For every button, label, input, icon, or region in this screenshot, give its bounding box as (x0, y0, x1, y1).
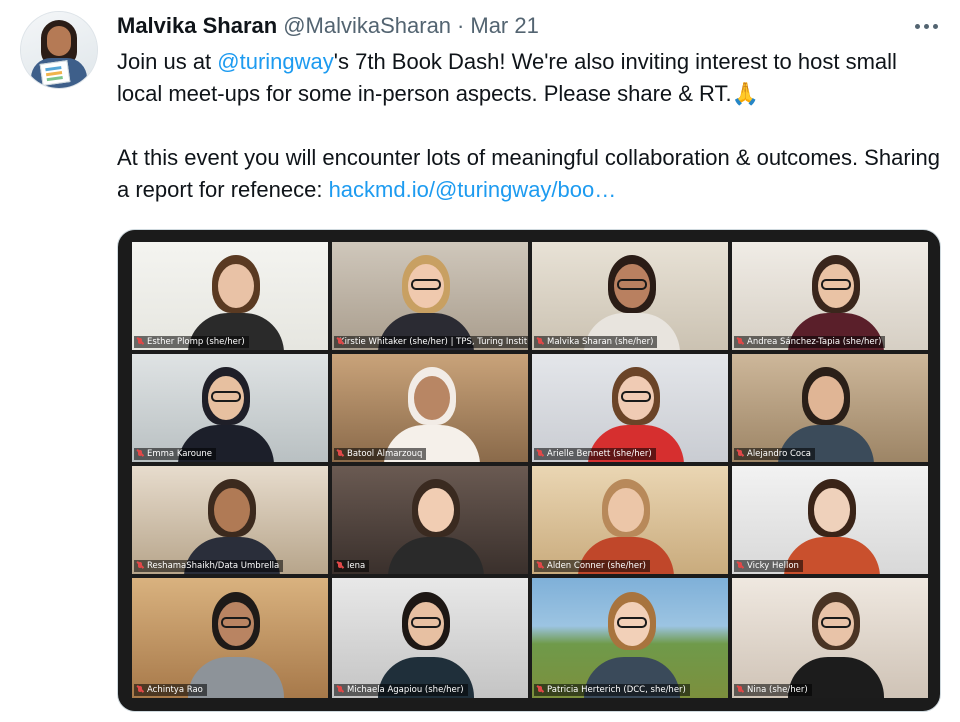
author-name[interactable]: Malvika Sharan (117, 13, 277, 39)
participant-name: lena (347, 561, 366, 571)
participant-name: Michaela Agapiou (she/her) (347, 685, 464, 695)
video-tile[interactable]: Malvika Sharan (she/her) (532, 242, 728, 350)
tweet-text: Join us at @turingway's 7th Book Dash! W… (117, 46, 947, 206)
more-horizontal-icon (914, 23, 920, 29)
participant-name-label: Alejandro Coca (734, 448, 815, 460)
tweet-date[interactable]: Mar 21 (470, 13, 538, 39)
participant-name-label: Batool Almarzouq (334, 448, 427, 460)
participant-name-label: Arielle Bennett (she/her) (534, 448, 656, 460)
mic-muted-icon (136, 338, 144, 346)
mic-muted-icon (136, 562, 144, 570)
mic-muted-icon (136, 686, 144, 694)
participant-name: Malvika Sharan (she/her) (547, 337, 654, 347)
tweet-media-image[interactable]: Esther Plomp (she/her) Kirstie Whitaker (… (117, 229, 941, 712)
mic-muted-icon (736, 338, 744, 346)
video-tile[interactable]: Vicky Hellon (732, 466, 928, 574)
mic-muted-icon (536, 562, 544, 570)
participant-name: Nina (she/her) (747, 685, 808, 695)
tweet-header: Malvika Sharan @MalvikaSharan · Mar 21 (117, 12, 539, 40)
participant-name-label: Kirstie Whitaker (she/her) | TPS, Turing… (334, 336, 528, 348)
video-tile[interactable]: Patricia Herterich (DCC, she/her) (532, 578, 728, 698)
video-call-grid: Esther Plomp (she/her) Kirstie Whitaker (… (118, 230, 940, 711)
video-tile[interactable]: ReshamaShaikh/Data Umbrella (132, 466, 328, 574)
participant-name: Vicky Hellon (747, 561, 799, 571)
mic-muted-icon (736, 450, 744, 458)
video-tile[interactable]: Andrea Sánchez-Tapia (she/her) (732, 242, 928, 350)
participant-name: Batool Almarzouq (347, 449, 423, 459)
participant-name: Alden Conner (she/her) (547, 561, 646, 571)
mic-muted-icon (536, 686, 544, 694)
participant-name: Kirstie Whitaker (she/her) | TPS, Turing… (339, 337, 528, 347)
participant-name-label: Vicky Hellon (734, 560, 803, 572)
participant-name-label: Michaela Agapiou (she/her) (334, 684, 468, 696)
mic-muted-icon (536, 450, 544, 458)
mention-link[interactable]: @turingway (217, 49, 334, 74)
tweet[interactable]: Malvika Sharan @MalvikaSharan · Mar 21 J… (0, 0, 960, 722)
participant-name-label: ReshamaShaikh/Data Umbrella (134, 560, 284, 572)
participant-name: Esther Plomp (she/her) (147, 337, 245, 347)
video-tile[interactable]: Emma Karoune (132, 354, 328, 462)
video-tile[interactable]: Arielle Bennett (she/her) (532, 354, 728, 462)
video-tile[interactable]: Kirstie Whitaker (she/her) | TPS, Turing… (332, 242, 528, 350)
video-tile[interactable]: Alejandro Coca (732, 354, 928, 462)
participant-name: Emma Karoune (147, 449, 212, 459)
folded-hands-icon: 🙏 (731, 81, 760, 106)
participant-name-label: Esther Plomp (she/her) (134, 336, 249, 348)
author-avatar[interactable] (20, 11, 98, 89)
video-tile[interactable]: Alden Conner (she/her) (532, 466, 728, 574)
video-tile[interactable]: Batool Almarzouq (332, 354, 528, 462)
participant-name: Arielle Bennett (she/her) (547, 449, 652, 459)
participant-name-label: lena (334, 560, 370, 572)
mic-muted-icon (136, 450, 144, 458)
participant-name: ReshamaShaikh/Data Umbrella (147, 561, 280, 571)
mic-muted-icon (336, 450, 344, 458)
mic-muted-icon (536, 338, 544, 346)
participant-name-label: Nina (she/her) (734, 684, 812, 696)
tweet-paragraph-2: At this event you will encounter lots of… (117, 145, 941, 202)
participant-name-label: Patricia Herterich (DCC, she/her) (534, 684, 690, 696)
participant-name-label: Achintya Rao (134, 684, 207, 696)
participant-name-label: Andrea Sánchez-Tapia (she/her) (734, 336, 886, 348)
mic-muted-icon (336, 562, 344, 570)
report-link[interactable]: hackmd.io/@turingway/boo… (329, 177, 617, 202)
video-tile[interactable]: Michaela Agapiou (she/her) (332, 578, 528, 698)
video-tile[interactable]: Nina (she/her) (732, 578, 928, 698)
mic-muted-icon (736, 686, 744, 694)
participant-name-label: Emma Karoune (134, 448, 216, 460)
more-options-button[interactable] (906, 16, 946, 36)
video-tile[interactable]: lena (332, 466, 528, 574)
mic-muted-icon (336, 686, 344, 694)
author-handle[interactable]: @MalvikaSharan (283, 13, 451, 39)
participant-name: Patricia Herterich (DCC, she/her) (547, 685, 686, 695)
header-separator: · (457, 13, 465, 38)
participant-name: Alejandro Coca (747, 449, 811, 459)
participant-name: Achintya Rao (147, 685, 203, 695)
mic-muted-icon (736, 562, 744, 570)
participant-name: Andrea Sánchez-Tapia (she/her) (747, 337, 882, 347)
video-tile[interactable]: Esther Plomp (she/her) (132, 242, 328, 350)
participant-name-label: Alden Conner (she/her) (534, 560, 650, 572)
tweet-paragraph-1: Join us at @turingway's 7th Book Dash! W… (117, 49, 897, 106)
participant-name-label: Malvika Sharan (she/her) (534, 336, 658, 348)
video-tile[interactable]: Achintya Rao (132, 578, 328, 698)
